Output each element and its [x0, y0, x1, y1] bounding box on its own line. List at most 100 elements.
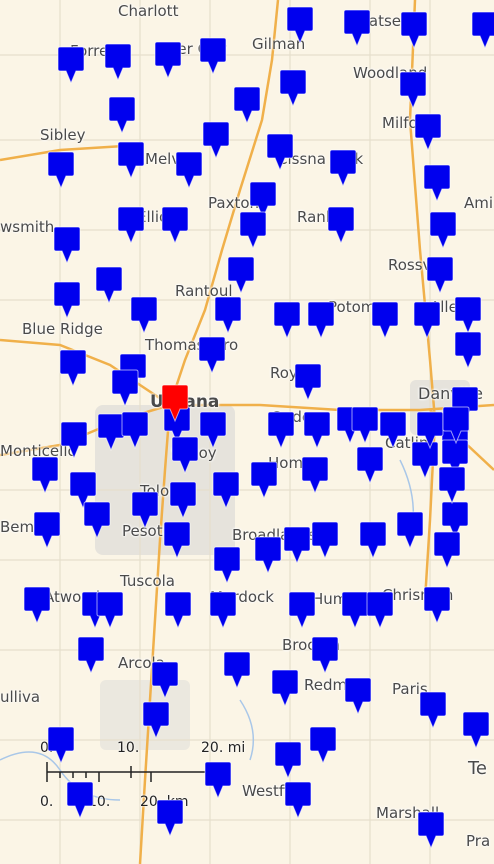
map-marker[interactable]	[107, 95, 137, 135]
map-marker[interactable]	[306, 300, 336, 340]
map-pin-icon	[199, 411, 227, 450]
map-marker[interactable]	[82, 500, 112, 540]
map-marker[interactable]	[266, 410, 296, 450]
map-marker[interactable]	[150, 660, 180, 700]
map-marker[interactable]	[130, 490, 160, 530]
map-marker[interactable]	[198, 410, 228, 450]
map-marker[interactable]	[162, 520, 192, 560]
map-marker[interactable]	[197, 335, 227, 375]
map-marker[interactable]	[413, 112, 443, 152]
map-marker[interactable]	[141, 700, 171, 740]
map-marker[interactable]	[453, 330, 483, 370]
map-marker[interactable]	[412, 300, 442, 340]
map-marker[interactable]	[355, 445, 385, 485]
map-marker[interactable]	[46, 150, 76, 190]
map-marker[interactable]	[153, 40, 183, 80]
map-marker[interactable]	[120, 410, 150, 450]
map-marker[interactable]	[326, 205, 356, 245]
map-marker[interactable]	[163, 590, 193, 630]
map-pin-icon	[77, 636, 105, 675]
map-marker[interactable]	[461, 710, 491, 750]
map-marker[interactable]	[399, 10, 429, 50]
map-marker[interactable]	[208, 590, 238, 630]
map-marker[interactable]	[103, 42, 133, 82]
map-marker[interactable]	[211, 470, 241, 510]
map-marker[interactable]	[198, 36, 228, 76]
map-marker[interactable]	[212, 545, 242, 585]
map-pin-icon	[442, 406, 470, 445]
map-marker[interactable]	[32, 510, 62, 550]
map-marker[interactable]	[265, 132, 295, 172]
map-marker[interactable]	[168, 480, 198, 520]
map-marker[interactable]	[213, 295, 243, 335]
map-marker[interactable]	[432, 530, 462, 570]
selected-map-marker[interactable]	[160, 383, 190, 423]
map-pin-icon	[433, 531, 461, 570]
map-marker[interactable]	[285, 5, 315, 45]
map-marker[interactable]	[249, 460, 279, 500]
map-marker[interactable]	[398, 70, 428, 110]
map-marker[interactable]	[358, 520, 388, 560]
map-marker[interactable]	[422, 585, 452, 625]
map-marker[interactable]	[310, 520, 340, 560]
map-marker[interactable]	[56, 45, 86, 85]
map-marker[interactable]	[76, 635, 106, 675]
map-marker[interactable]	[253, 535, 283, 575]
map-marker[interactable]	[437, 465, 467, 505]
map-marker[interactable]	[302, 410, 332, 450]
map-marker[interactable]	[116, 205, 146, 245]
map-marker[interactable]	[441, 405, 471, 445]
map-marker[interactable]	[52, 225, 82, 265]
map-marker[interactable]	[201, 120, 231, 160]
map-marker[interactable]	[65, 780, 95, 820]
map-marker[interactable]	[365, 590, 395, 630]
map-marker[interactable]	[453, 295, 483, 335]
map-marker[interactable]	[273, 740, 303, 780]
map-marker[interactable]	[30, 455, 60, 495]
map-marker[interactable]	[203, 760, 233, 800]
map-marker[interactable]	[22, 585, 52, 625]
map-pin-icon	[57, 46, 85, 85]
map-marker[interactable]	[370, 300, 400, 340]
map-marker[interactable]	[282, 525, 312, 565]
map-marker[interactable]	[116, 140, 146, 180]
map-marker[interactable]	[129, 295, 159, 335]
map-marker[interactable]	[226, 255, 256, 295]
map-marker[interactable]	[170, 435, 200, 475]
map-canvas[interactable]: Charlott Forrest Piper City Gilman Watse…	[0, 0, 494, 864]
map-marker[interactable]	[395, 510, 425, 550]
map-marker[interactable]	[46, 725, 76, 765]
map-marker[interactable]	[52, 280, 82, 320]
map-marker[interactable]	[95, 590, 125, 630]
map-marker[interactable]	[428, 210, 458, 250]
map-marker[interactable]	[300, 455, 330, 495]
map-marker[interactable]	[470, 10, 494, 50]
map-marker[interactable]	[425, 255, 455, 295]
map-marker[interactable]	[416, 810, 446, 850]
map-marker[interactable]	[418, 690, 448, 730]
map-marker[interactable]	[270, 668, 300, 708]
map-marker[interactable]	[58, 348, 88, 388]
map-marker[interactable]	[110, 368, 140, 408]
map-marker[interactable]	[283, 780, 313, 820]
map-marker[interactable]	[94, 265, 124, 305]
map-marker[interactable]	[343, 676, 373, 716]
map-marker[interactable]	[232, 85, 262, 125]
map-marker[interactable]	[155, 798, 185, 838]
map-marker[interactable]	[238, 210, 268, 250]
map-marker[interactable]	[350, 405, 380, 445]
map-marker[interactable]	[59, 420, 89, 460]
map-marker[interactable]	[278, 68, 308, 108]
map-marker[interactable]	[287, 590, 317, 630]
map-marker[interactable]	[272, 300, 302, 340]
map-marker[interactable]	[174, 150, 204, 190]
map-marker[interactable]	[422, 163, 452, 203]
map-marker[interactable]	[310, 635, 340, 675]
map-marker[interactable]	[293, 362, 323, 402]
map-marker[interactable]	[342, 8, 372, 48]
map-marker[interactable]	[160, 205, 190, 245]
map-marker[interactable]	[378, 410, 408, 450]
map-marker[interactable]	[328, 148, 358, 188]
map-marker[interactable]	[222, 650, 252, 690]
map-marker[interactable]	[308, 725, 338, 765]
